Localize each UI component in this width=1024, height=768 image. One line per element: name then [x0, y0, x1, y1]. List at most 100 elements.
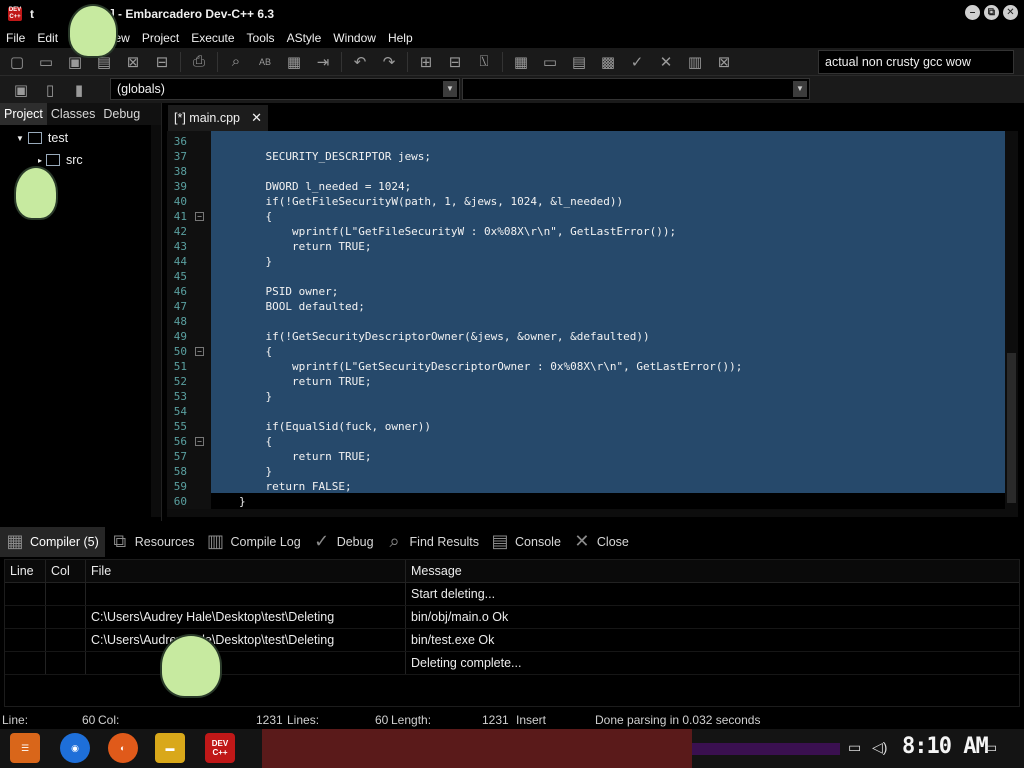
chrome-icon[interactable]: ◉: [60, 733, 90, 763]
editor-scrollbar[interactable]: [1005, 131, 1018, 517]
code-line[interactable]: 41− {: [167, 209, 1005, 224]
menu-project[interactable]: Project: [136, 31, 185, 45]
toggle-bookmark-icon[interactable]: ▯: [39, 79, 61, 101]
editor-hscrollbar[interactable]: [167, 509, 1005, 517]
table-row[interactable]: C:\Users\Audrey Hale\Desktop\test\Deleti…: [5, 629, 1019, 652]
rebuild-all-icon[interactable]: ▩: [597, 51, 619, 73]
code-line[interactable]: 56− {: [167, 434, 1005, 449]
close-output-button[interactable]: ✕ Close: [567, 527, 635, 557]
menu-execute[interactable]: Execute: [185, 31, 240, 45]
code-line[interactable]: 53 }: [167, 389, 1005, 404]
fold-toggle-icon[interactable]: −: [195, 437, 204, 446]
column-header-message[interactable]: Message: [406, 560, 1006, 582]
goto-icon[interactable]: ⇥: [312, 51, 334, 73]
code-line[interactable]: 48: [167, 314, 1005, 329]
tab-main-cpp[interactable]: [*] main.cpp ✕: [168, 105, 269, 131]
tab-debug-output[interactable]: ✓ Debug: [307, 527, 380, 557]
check-syntax-icon[interactable]: ✓: [626, 51, 648, 73]
notification-icon[interactable]: ▭: [984, 739, 997, 756]
menu-tools[interactable]: Tools: [241, 31, 281, 45]
menu-help[interactable]: Help: [382, 31, 419, 45]
remove-project-icon[interactable]: ⊟: [444, 51, 466, 73]
compile-run-icon[interactable]: ▤: [568, 51, 590, 73]
insert-icon[interactable]: ▣: [10, 79, 32, 101]
print-icon[interactable]: ⎙: [188, 51, 210, 73]
code-line[interactable]: 42 wprintf(L"GetFileSecurityW : 0x%08X\r…: [167, 224, 1005, 239]
code-line[interactable]: 54: [167, 404, 1005, 419]
code-line[interactable]: 49 if(!GetSecurityDescriptorOwner(&jews,…: [167, 329, 1005, 344]
chevron-down-icon[interactable]: ▼: [443, 81, 457, 97]
tab-console[interactable]: ▤ Console: [485, 527, 567, 557]
file-explorer-icon[interactable]: ▬: [155, 733, 185, 763]
tab-project[interactable]: Project: [0, 103, 47, 125]
fold-toggle-icon[interactable]: −: [195, 212, 204, 221]
code-line[interactable]: 51 wprintf(L"GetSecurityDescriptorOwner …: [167, 359, 1005, 374]
goto-line-icon[interactable]: ▦: [283, 51, 305, 73]
code-line[interactable]: 59 return FALSE;: [167, 479, 1005, 494]
project-options-icon[interactable]: ⍂: [473, 51, 495, 73]
code-line[interactable]: 47 BOOL defaulted;: [167, 299, 1005, 314]
firefox-icon[interactable]: ◐: [108, 733, 138, 763]
tab-resources[interactable]: ⧉ Resources: [105, 527, 201, 557]
run-icon[interactable]: ▭: [539, 51, 561, 73]
code-line[interactable]: 52 return TRUE;: [167, 374, 1005, 389]
code-line[interactable]: 46 PSID owner;: [167, 284, 1005, 299]
code-line[interactable]: 58 }: [167, 464, 1005, 479]
profile-icon[interactable]: ▥: [684, 51, 706, 73]
volume-icon[interactable]: ◁): [872, 739, 887, 756]
table-row[interactable]: Start deleting...: [5, 583, 1019, 606]
code-line[interactable]: 44 }: [167, 254, 1005, 269]
table-row[interactable]: C:\Users\Audrey Hale\Desktop\test\Deleti…: [5, 606, 1019, 629]
code-line[interactable]: 39 DWORD l_needed = 1024;: [167, 179, 1005, 194]
tab-debug[interactable]: Debug: [99, 103, 144, 125]
code-editor[interactable]: 36 37 SECURITY_DESCRIPTOR jews; 38 39 DWORD…: [167, 131, 1005, 515]
goto-bookmark-icon[interactable]: ▮: [68, 79, 90, 101]
code-line[interactable]: 57 return TRUE;: [167, 449, 1005, 464]
clock[interactable]: 8:10 AM: [902, 734, 989, 759]
menu-window[interactable]: Window: [327, 31, 382, 45]
compile-icon[interactable]: ▦: [510, 51, 532, 73]
close-all-icon[interactable]: ⊟: [151, 51, 173, 73]
tab-compile-log[interactable]: ▥ Compile Log: [201, 527, 307, 557]
tab-find-results[interactable]: ⌕ Find Results: [380, 527, 485, 557]
stop-icon[interactable]: ✕: [655, 51, 677, 73]
code-line[interactable]: 36: [167, 134, 1005, 149]
column-header-file[interactable]: File: [86, 560, 406, 582]
delete-profile-icon[interactable]: ⊠: [713, 51, 735, 73]
column-header-line[interactable]: Line: [5, 560, 46, 582]
tab-classes[interactable]: Classes: [47, 103, 99, 125]
devcpp-taskbar-icon[interactable]: DEV C++: [205, 733, 235, 763]
code-line[interactable]: 37 SECURITY_DESCRIPTOR jews;: [167, 149, 1005, 164]
code-line[interactable]: 38: [167, 164, 1005, 179]
close-file-icon[interactable]: ⊠: [122, 51, 144, 73]
tree-scrollbar[interactable]: [151, 125, 161, 517]
new-project-icon[interactable]: ⊞: [415, 51, 437, 73]
code-line[interactable]: 45: [167, 269, 1005, 284]
scrollbar-thumb[interactable]: [1007, 353, 1016, 503]
code-line[interactable]: 43 return TRUE;: [167, 239, 1005, 254]
tab-compiler[interactable]: ▦ Compiler (5): [0, 526, 105, 557]
scope-select[interactable]: (globals) ▼: [110, 78, 460, 100]
redo-icon[interactable]: ↷: [378, 51, 400, 73]
minimize-button[interactable]: –: [965, 5, 980, 20]
close-button[interactable]: ✕: [1003, 5, 1018, 20]
chevron-down-icon[interactable]: ▼: [793, 81, 807, 97]
expand-icon[interactable]: ▸: [38, 156, 42, 165]
code-line[interactable]: 50− {: [167, 344, 1005, 359]
undo-icon[interactable]: ↶: [349, 51, 371, 73]
code-line[interactable]: 55 if(EqualSid(fuck, owner)): [167, 419, 1005, 434]
fold-toggle-icon[interactable]: −: [195, 347, 204, 356]
code-line[interactable]: 60}: [167, 494, 1005, 509]
replace-icon[interactable]: AB: [254, 51, 276, 73]
menu-astyle[interactable]: AStyle: [281, 31, 328, 45]
column-header-col[interactable]: Col: [46, 560, 86, 582]
close-tab-icon[interactable]: ✕: [251, 105, 262, 131]
collapse-icon[interactable]: ▼: [16, 134, 24, 143]
open-file-icon[interactable]: ▭: [35, 51, 57, 73]
table-row[interactable]: Deleting complete...: [5, 652, 1019, 675]
code-line[interactable]: 40 if(!GetFileSecurityW(path, 1, &jews, …: [167, 194, 1005, 209]
network-icon[interactable]: ▭: [848, 739, 861, 756]
restore-button[interactable]: ⧉: [984, 5, 999, 20]
menu-file[interactable]: File: [0, 31, 31, 45]
find-icon[interactable]: ⌕: [225, 51, 247, 73]
